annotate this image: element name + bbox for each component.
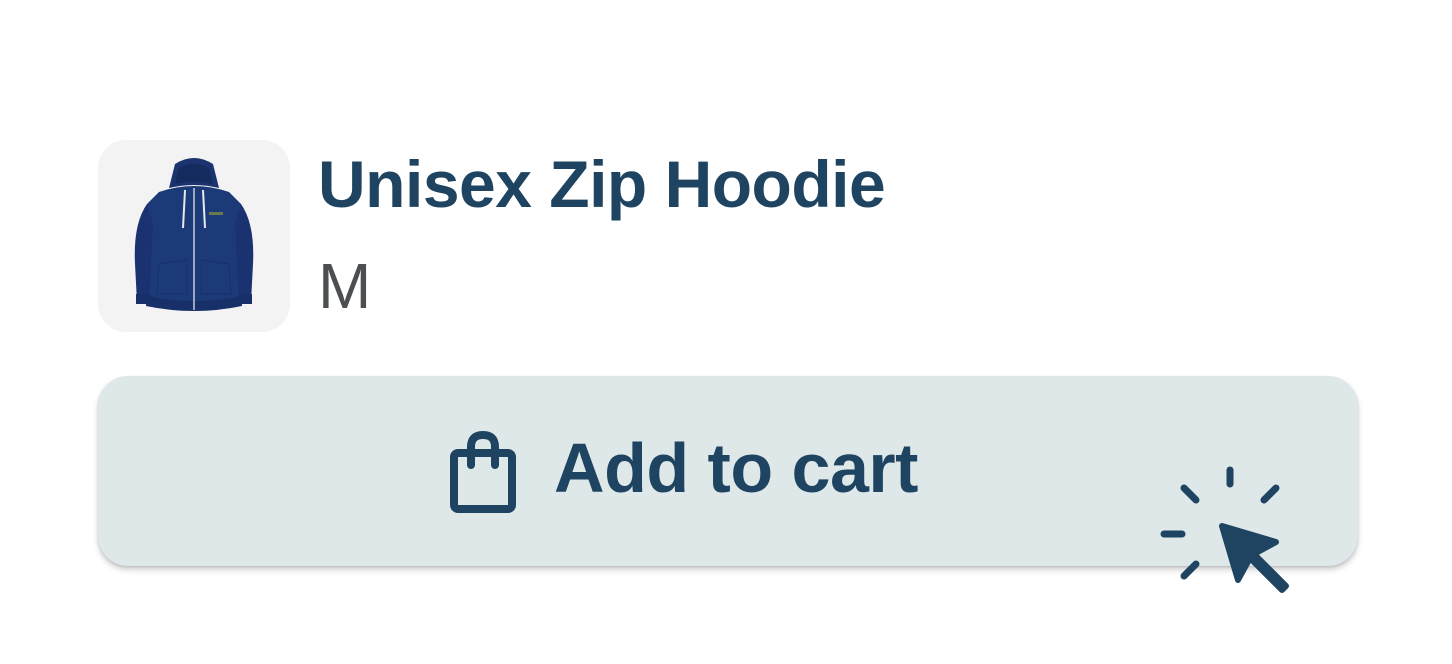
add-to-cart-label: Add to cart — [554, 429, 918, 507]
product-variant-size: M — [318, 250, 372, 322]
shopping-bag-icon — [450, 431, 517, 513]
product-info: Unisex Zip Hoodie M — [318, 140, 886, 326]
click-pointer-icon — [1160, 466, 1289, 593]
product-thumbnail — [98, 140, 290, 332]
product-title: Unisex Zip Hoodie — [318, 147, 886, 221]
hoodie-image — [134, 158, 254, 311]
add-to-cart-content: Add to cart — [450, 423, 918, 513]
product-card: Unisex Zip Hoodie M Add to cart — [0, 0, 1452, 664]
product-row: Unisex Zip Hoodie M — [98, 140, 886, 332]
